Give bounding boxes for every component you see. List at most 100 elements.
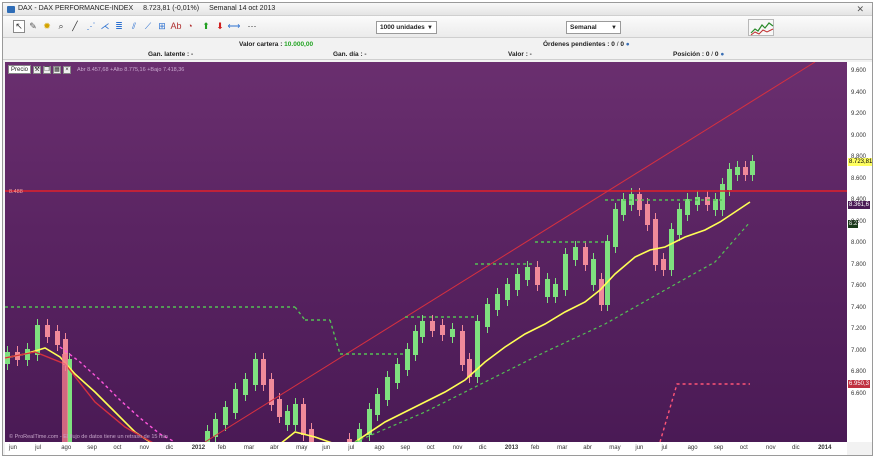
chart-panel-header: Precio ⚒ ❐ ▦ × Abr 8.457,68 +Alto 8.775,… <box>8 65 184 74</box>
ellipse-icon[interactable]: ⋯ <box>246 20 258 33</box>
time-tick-label: ago <box>687 445 698 451</box>
candle-body <box>395 364 400 383</box>
duplicate-icon[interactable]: ❐ <box>43 65 52 74</box>
moving-average-line <box>354 201 751 442</box>
candle-body <box>645 204 650 225</box>
pending-orders-icon[interactable]: ● <box>626 41 630 48</box>
time-tick-label: oct <box>739 445 748 451</box>
price-tick-label: 8.800 <box>851 154 867 160</box>
candle-body <box>253 359 258 385</box>
chart-pattern-icon <box>750 22 774 36</box>
down-arrow-icon[interactable]: ⬇ <box>214 20 226 33</box>
quantity-select[interactable]: 1000 unidades ▼ <box>376 21 437 34</box>
time-tick-label: oct <box>426 445 435 451</box>
data-delay-watermark: © ProRealTime.com - El flujo de datos ti… <box>9 434 168 440</box>
pencil-tool-icon[interactable]: ✎ <box>27 20 39 33</box>
period-select[interactable]: Semanal ▼ <box>566 21 621 34</box>
instrument-name: DAX - DAX PERFORMANCE-INDEX <box>18 5 134 12</box>
price-chart-canvas <box>5 62 847 442</box>
pointer-tool-icon[interactable]: ↖ <box>13 20 25 33</box>
candle-body <box>677 209 682 235</box>
price-axis: 8.723,81 8.361,6 8.2 6.950,3 9.600 9.400 9… <box>847 62 872 442</box>
candle-body <box>420 321 425 337</box>
unrealized-gain: Gan. latente : - <box>148 51 194 58</box>
trendline-icon[interactable]: ╱ <box>69 20 81 33</box>
close-icon[interactable]: ✕ <box>856 4 864 15</box>
candle-body <box>727 169 732 190</box>
zoom-icon[interactable]: ⌕ <box>55 20 67 33</box>
candle-body <box>375 394 380 415</box>
time-tick-label: sep <box>713 445 724 451</box>
channel-icon[interactable]: ⫽ <box>128 20 140 33</box>
candle-body <box>405 349 410 370</box>
candle-body <box>385 377 390 400</box>
fan-line-icon[interactable]: ⋰ <box>85 20 97 33</box>
price-tick-label: 8.400 <box>851 197 867 203</box>
candle-body <box>621 199 626 215</box>
candle-body <box>440 325 445 335</box>
candle-body <box>535 267 540 285</box>
pitchfork-icon[interactable]: ⋌ <box>99 20 111 33</box>
price-tick-label: 7.800 <box>851 261 867 268</box>
time-tick-label: dic <box>478 445 487 451</box>
trailing-stop-tag: 6.950,3 <box>848 380 871 388</box>
price-tick-label: 7.600 <box>851 283 867 289</box>
price-tick-label: 9.000 <box>851 132 867 139</box>
time-tick-label: jul <box>661 445 668 451</box>
fibonacci-icon[interactable]: ≣ <box>113 20 125 33</box>
text-tool-icon[interactable]: Ab <box>170 20 182 33</box>
candle-body <box>485 304 490 327</box>
candle-body <box>233 389 238 413</box>
chevron-down-icon: ▼ <box>611 25 617 31</box>
moving-average-line <box>5 347 151 442</box>
price-tick-label: 9.400 <box>851 89 867 96</box>
time-tick-label: 2012 <box>191 445 206 451</box>
price-tick-label: 7.200 <box>851 326 867 332</box>
time-tick-label: dic <box>792 445 800 451</box>
candle-body <box>613 209 618 247</box>
time-tick-label: mar <box>557 445 568 451</box>
position-count: 0 <box>714 51 719 58</box>
candle-body <box>460 331 465 365</box>
candle-body <box>669 229 674 270</box>
time-tick-label: jun <box>322 445 331 451</box>
time-tick-label: jun <box>635 445 644 451</box>
position: Posición : 0 / 0 ● <box>673 51 724 58</box>
horizontal-line-icon[interactable]: ⟷ <box>228 20 241 33</box>
time-tick-label: sep <box>87 445 97 451</box>
bell-alert-icon[interactable]: ✹ <box>41 20 53 33</box>
candle-body <box>545 279 550 297</box>
candle-body <box>450 329 455 337</box>
price-tick-label: 7.400 <box>851 304 867 311</box>
close-icon[interactable]: × <box>63 65 72 74</box>
time-tick-label: jun <box>9 445 18 451</box>
time-tick-label: 2013 <box>504 445 519 451</box>
price-chart[interactable]: Precio ⚒ ❐ ▦ × Abr 8.457,68 +Alto 8.775,… <box>5 62 847 442</box>
candle-body <box>661 259 666 270</box>
price-tick-label: 8.600 <box>851 175 867 182</box>
grid-icon[interactable]: ▦ <box>53 65 62 74</box>
position-icon[interactable]: ● <box>720 51 724 58</box>
candle-body <box>591 259 596 285</box>
time-tick-label: 2014 <box>818 445 832 451</box>
time-tick-label: sep <box>400 445 411 451</box>
candle-body <box>277 399 282 417</box>
chart-container: Precio ⚒ ❐ ▦ × Abr 8.457,68 +Alto 8.775,… <box>3 60 872 455</box>
candle-body <box>515 274 520 290</box>
platform-window: DAX - DAX PERFORMANCE-INDEX 8.723,81 (-0… <box>2 2 873 456</box>
trailing-stop-long <box>294 306 306 321</box>
strategy-icon[interactable] <box>748 19 774 36</box>
time-tick-label: abr <box>583 445 592 451</box>
account-info-bar: Valor cartera : 10.000,00 Órdenes pendie… <box>3 38 872 60</box>
time-axis: jun jul ago sep oct nov dic 2012 feb mar abr may jun… <box>5 442 847 455</box>
wrench-icon[interactable]: ⚒ <box>33 65 42 74</box>
portfolio-value: Valor cartera : 10.000,00 <box>239 41 313 48</box>
position-separator: / <box>711 51 714 58</box>
time-tick-label: dic <box>165 445 174 451</box>
trailing-stop-short <box>59 346 176 442</box>
regression-icon[interactable]: ⟋ <box>142 20 154 33</box>
marker-icon[interactable]: ◔ <box>184 20 196 33</box>
up-arrow-icon[interactable]: ⬆ <box>200 20 212 33</box>
quantity-select-value: 1000 unidades <box>380 24 425 31</box>
gann-icon[interactable]: ⊞ <box>156 20 168 33</box>
